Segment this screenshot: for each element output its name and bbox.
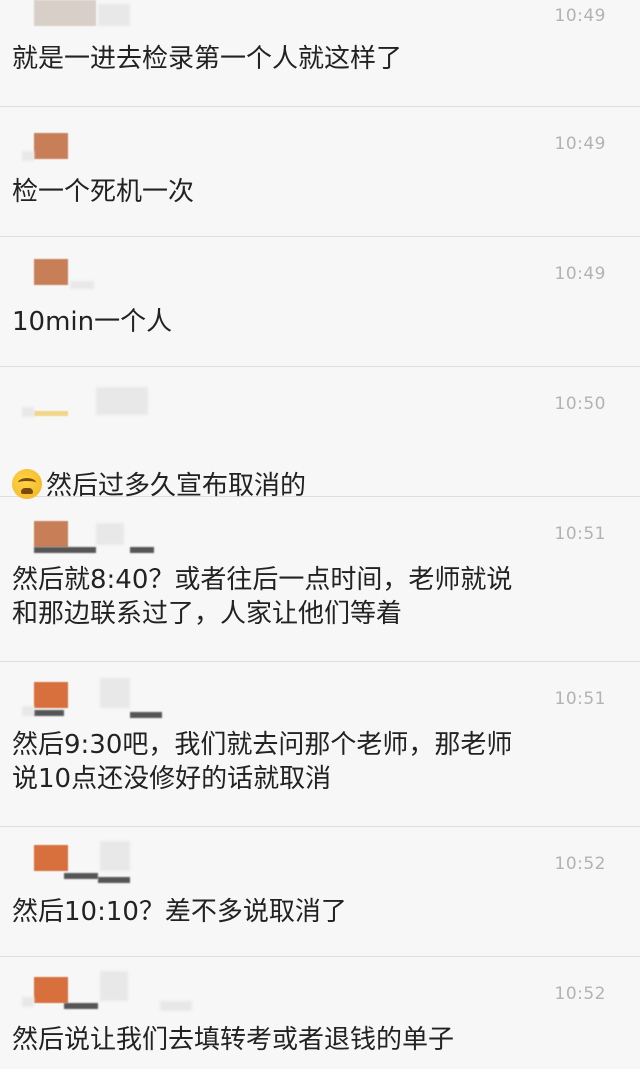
avatar[interactable]	[34, 259, 68, 285]
sender-name	[100, 971, 128, 1001]
sender-name	[70, 281, 94, 289]
sender-name	[98, 877, 130, 883]
message-item[interactable]: 10:49 10min一个人	[0, 237, 640, 367]
avatar[interactable]	[34, 133, 68, 159]
sender-name	[34, 547, 96, 553]
message-item[interactable]: 10:50 然后过多久宣布取消的	[0, 367, 640, 501]
message-time: 10:50	[554, 394, 606, 414]
sender-name	[22, 151, 34, 161]
message-item[interactable]: 10:52 然后说让我们去填转考或者退钱的单子	[0, 957, 640, 1069]
sender-name	[22, 997, 34, 1007]
message-time: 10:52	[554, 984, 606, 1004]
sender-name	[98, 4, 130, 26]
sender-name	[130, 547, 154, 553]
sender-name	[96, 387, 148, 415]
message-time: 10:52	[554, 854, 606, 874]
message-item[interactable]: 10:51 然后9:30吧，我们就去问那个老师，那老师 说10点还没修好的话就取…	[0, 662, 640, 827]
message-text: 然后就8:40？或者往后一点时间，老师就说 和那边联系过了，人家让他们等着	[12, 565, 513, 629]
message-time: 10:51	[554, 524, 606, 544]
message-time: 10:49	[554, 264, 606, 284]
sender-name	[22, 407, 34, 417]
sender-name	[100, 841, 130, 871]
crying-laughing-emoji	[12, 469, 42, 499]
avatar[interactable]	[34, 977, 68, 1003]
message-item[interactable]: 10:49 检一个死机一次	[0, 107, 640, 237]
sender-name	[34, 710, 64, 716]
avatar[interactable]	[34, 521, 68, 547]
sender-name	[64, 873, 98, 879]
sender-name	[160, 1001, 192, 1011]
sender-name	[130, 712, 162, 718]
message-item[interactable]: 10:51 然后就8:40？或者往后一点时间，老师就说 和那边联系过了，人家让他…	[0, 497, 640, 662]
sender-name	[64, 1003, 98, 1009]
message-text: 然后9:30吧，我们就去问那个老师，那老师 说10点还没修好的话就取消	[12, 730, 513, 794]
avatar[interactable]	[34, 845, 68, 871]
message-time: 10:51	[554, 689, 606, 709]
sender-name	[22, 706, 34, 716]
message-text: 就是一进去检录第一个人就这样了	[12, 44, 403, 74]
message-item[interactable]: 10:49 就是一进去检录第一个人就这样了	[0, 0, 640, 107]
sender-name	[100, 678, 130, 708]
message-list[interactable]: 10:49 就是一进去检录第一个人就这样了 10:49 检一个死机一次 10:4…	[0, 0, 640, 1069]
avatar[interactable]	[34, 411, 68, 416]
message-text: 检一个死机一次	[12, 177, 195, 207]
message-item[interactable]: 10:52 然后10:10？差不多说取消了	[0, 827, 640, 957]
avatar[interactable]	[34, 0, 96, 26]
message-text: 然后说让我们去填转考或者退钱的单子	[12, 1025, 455, 1055]
message-time: 10:49	[554, 6, 606, 26]
message-text: 10min一个人	[12, 307, 173, 337]
avatar[interactable]	[34, 682, 68, 708]
sender-name	[96, 523, 124, 545]
message-text: 然后过多久宣布取消的	[12, 435, 306, 503]
message-text: 然后10:10？差不多说取消了	[12, 897, 347, 927]
message-time: 10:49	[554, 134, 606, 154]
